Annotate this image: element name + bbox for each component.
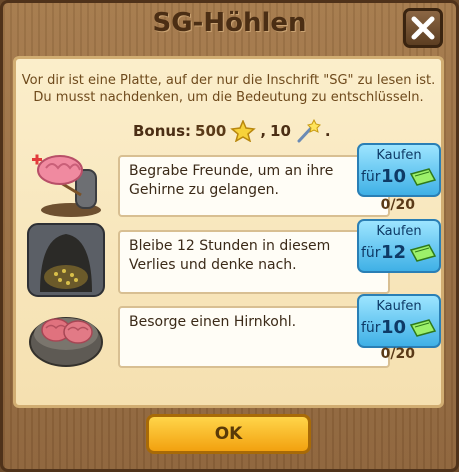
bonus-mana-value: 10	[270, 122, 291, 140]
task-text: Besorge einen Hirnkohl.	[118, 306, 390, 368]
bonus-label: Bonus:	[133, 122, 192, 140]
currency-bill-icon	[409, 319, 437, 337]
currency-bill-icon	[409, 168, 437, 186]
buy-cost: 10	[381, 317, 407, 338]
bonus-separator: ,	[260, 122, 267, 140]
dungeon-cave-icon	[26, 222, 106, 298]
buy-button-label: Kaufen	[376, 299, 422, 314]
buy-cost: 10	[381, 166, 407, 187]
quest-description: Vor dir ist eine Platte, auf der nur die…	[21, 73, 436, 105]
brain-cabbage-bowl-icon	[26, 300, 106, 370]
dialog-title: SG-Höhlen	[152, 8, 307, 38]
task-progress: 0/20	[380, 346, 415, 362]
currency-bill-icon	[409, 244, 437, 262]
bonus-row: Bonus: 500 , 10 .	[133, 118, 331, 144]
buy-button-label: Kaufen	[376, 224, 422, 239]
brain-grave-icon	[26, 150, 106, 220]
task-text: Bleibe 12 Stunden in diesem Verlies und …	[118, 230, 390, 294]
buy-prefix: für	[361, 169, 381, 185]
buy-button-label: Kaufen	[376, 148, 422, 163]
task-text: Begrabe Freunde, um an ihre Gehirne zu g…	[118, 155, 390, 217]
task-progress: 0/20	[380, 197, 415, 213]
ok-button[interactable]: OK	[146, 414, 311, 454]
bonus-end: .	[324, 122, 331, 140]
buy-cost: 12	[381, 242, 407, 263]
close-button[interactable]	[403, 8, 443, 48]
buy-button[interactable]: Kaufen für 10	[357, 143, 441, 197]
buy-button[interactable]: Kaufen für 12	[357, 219, 441, 273]
gold-star-icon	[230, 120, 257, 142]
bonus-coins-value: 500	[195, 122, 227, 140]
buy-prefix: für	[361, 245, 381, 261]
buy-prefix: für	[361, 320, 381, 336]
magic-wand-icon	[297, 119, 321, 143]
buy-button[interactable]: Kaufen für 10	[357, 294, 441, 348]
close-icon	[411, 16, 435, 40]
